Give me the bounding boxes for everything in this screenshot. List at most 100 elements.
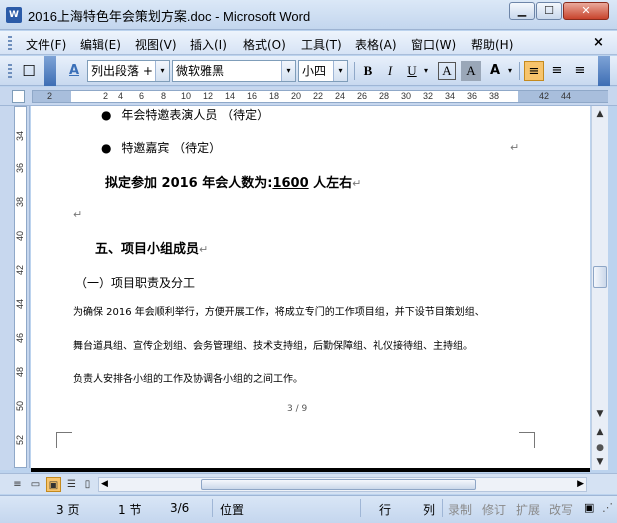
bold-button[interactable]: B — [358, 61, 378, 81]
print-layout-view-icon[interactable]: ▣ — [46, 477, 61, 492]
underline-dropdown-icon[interactable]: ▾ — [420, 61, 432, 81]
sub-heading: （一）项目职责及分工 — [75, 274, 195, 291]
reading-layout-view-icon[interactable]: ▯ — [80, 477, 95, 492]
next-page-button[interactable]: ▼ — [592, 454, 608, 470]
menu-window[interactable]: 窗口(W) — [411, 36, 456, 53]
bullet-icon: ● — [101, 108, 112, 122]
ruler-tick: 24 — [335, 91, 346, 101]
menu-view[interactable]: 视图(V) — [135, 36, 177, 53]
scroll-left-button[interactable]: ◀ — [101, 478, 108, 491]
status-track-changes[interactable]: 修订 — [482, 501, 506, 518]
paragraph-mark: ↵ — [352, 177, 362, 190]
window-title: 2016上海特色年会策划方案.doc - Microsoft Word — [28, 9, 311, 24]
horizontal-scroll-thumb[interactable] — [201, 479, 476, 490]
tab-selector[interactable] — [12, 90, 25, 103]
ruler-strip[interactable]: 2 2 4 6 8 10 12 14 16 18 20 22 24 26 28 … — [32, 90, 608, 103]
status-extend[interactable]: 扩展 — [516, 501, 540, 518]
outline-view-icon[interactable]: ☰ — [64, 477, 79, 492]
font-select[interactable]: 微软雅黑 ▾ — [172, 60, 296, 82]
font-size-dropdown-icon[interactable]: ▾ — [333, 61, 347, 81]
character-shading-button[interactable]: A — [461, 61, 481, 81]
previous-page-button[interactable]: ▲ — [592, 424, 608, 440]
close-window-button[interactable]: ✕ — [563, 2, 609, 20]
vruler-tick: 38 — [15, 197, 25, 208]
heading-text: 五、项目小组成员 — [95, 242, 200, 257]
menu-grip-handle[interactable] — [8, 36, 12, 50]
bullet-item: ● 特邀嘉宾 （待定） — [101, 139, 221, 156]
horizontal-ruler[interactable]: 2 2 4 6 8 10 12 14 16 18 20 22 24 26 28 … — [0, 87, 617, 106]
status-separator — [360, 499, 361, 517]
highlight-dropdown-icon[interactable]: ▾ — [504, 61, 516, 81]
italic-button[interactable]: I — [380, 61, 400, 81]
status-page-of: 3/6 — [170, 501, 190, 515]
menu-tools[interactable]: 工具(T) — [301, 36, 342, 53]
scroll-right-button[interactable]: ▶ — [577, 478, 584, 491]
ruler-tick: 14 — [225, 91, 236, 101]
resize-grip-icon[interactable]: ⋰ — [602, 501, 613, 514]
ruler-tick: 34 — [445, 91, 456, 101]
horizontal-scrollbar[interactable]: ◀ ▶ — [98, 477, 587, 492]
align-center-button[interactable]: ≡ — [547, 61, 567, 81]
vertical-ruler[interactable]: 34 36 38 40 42 44 46 48 50 52 — [12, 106, 30, 468]
body-paragraph-line: 负责人安排各小组的工作及协调各小组的之间工作。 — [73, 374, 303, 385]
menu-table[interactable]: 表格(A) — [355, 36, 397, 53]
menu-help[interactable]: 帮助(H) — [471, 36, 513, 53]
menu-edit[interactable]: 编辑(E) — [80, 36, 121, 53]
ruler-tick: 26 — [357, 91, 368, 101]
toolbar-separator — [519, 62, 520, 80]
toolbar-overflow-chevron-icon[interactable] — [44, 56, 56, 86]
vertical-scroll-thumb[interactable] — [593, 266, 607, 288]
status-record[interactable]: 录制 — [448, 501, 472, 518]
vruler-tick: 36 — [15, 163, 25, 174]
style-dropdown-icon[interactable]: ▾ — [155, 61, 169, 81]
status-overwrite[interactable]: 改写 — [549, 501, 573, 518]
margin-corner-mark — [519, 432, 535, 448]
web-layout-view-icon[interactable]: ▭ — [28, 477, 43, 492]
document-page[interactable]: ● 年会特邀表演人员 （待定） ● 特邀嘉宾 （待定） ↵ 拟定参加 2016 … — [31, 106, 590, 470]
vruler-tick: 34 — [15, 131, 25, 142]
ruler-tick: 22 — [313, 91, 324, 101]
attendance-number: 1600 — [272, 176, 309, 191]
normal-view-icon[interactable]: ≡ — [10, 477, 25, 492]
margin-corner-mark — [56, 432, 72, 448]
menu-format[interactable]: 格式(O) — [243, 36, 286, 53]
character-border-button[interactable]: A — [438, 62, 456, 80]
vertical-ruler-strip[interactable]: 34 36 38 40 42 44 46 48 50 52 — [14, 106, 27, 468]
bullet-text: 特邀嘉宾 （待定） — [121, 141, 222, 155]
spelling-status-icon[interactable]: ▣ — [584, 501, 594, 514]
ruler-tick: 32 — [423, 91, 434, 101]
menu-file[interactable]: 文件(F) — [26, 36, 66, 53]
subheading-text: （一）项目职责及分工 — [75, 276, 196, 290]
font-dropdown-icon[interactable]: ▾ — [281, 61, 295, 81]
align-right-button[interactable]: ≡ — [570, 61, 590, 81]
menu-insert[interactable]: 插入(I) — [190, 36, 227, 53]
ruler-tick: 36 — [467, 91, 478, 101]
align-left-button[interactable]: ≡ — [524, 61, 544, 81]
styles-pane-icon[interactable]: A — [64, 61, 84, 81]
scroll-down-button[interactable]: ▼ — [592, 406, 608, 422]
highlight-button[interactable]: A — [485, 61, 505, 81]
maximize-button[interactable]: ☐ — [536, 2, 562, 20]
scroll-up-button[interactable]: ▲ — [592, 106, 608, 122]
vertical-scrollbar[interactable]: ▲ ▼ ▲ ● ▼ — [591, 106, 608, 470]
toolbar-options-chevron-icon[interactable] — [598, 56, 610, 86]
font-value: 微软雅黑 — [176, 64, 225, 78]
status-separator — [212, 499, 213, 517]
ruler-tick: 38 — [489, 91, 500, 101]
attendance-suffix: 人左右 — [308, 176, 353, 191]
word-app-icon[interactable]: W — [6, 7, 22, 23]
ruler-tick: 12 — [203, 91, 214, 101]
ruler-tick: 8 — [161, 91, 167, 101]
document-close-button[interactable]: × — [593, 35, 604, 50]
body-paragraph-line: 为确保 2016 年会顺利举行，方便开展工作，将成立专门的工作项目组，并下设节目… — [73, 307, 485, 318]
style-select[interactable]: 列出段落 + ▾ — [87, 60, 170, 82]
underline-button[interactable]: U — [402, 61, 422, 81]
vruler-tick: 52 — [15, 435, 25, 446]
status-bar: 3 页 1 节 3/6 位置 行 列 录制 修订 扩展 改写 ▣ ⋰ — [0, 495, 617, 523]
toolbar-grip-handle[interactable] — [8, 64, 12, 78]
minimize-button[interactable]: ▁ — [509, 2, 535, 20]
font-size-select[interactable]: 小四 ▾ — [298, 60, 348, 82]
paragraph-mark: ↵ — [73, 208, 83, 221]
paragraph-mark: ↵ — [510, 141, 520, 154]
new-document-icon[interactable]: ☐ — [19, 61, 39, 81]
